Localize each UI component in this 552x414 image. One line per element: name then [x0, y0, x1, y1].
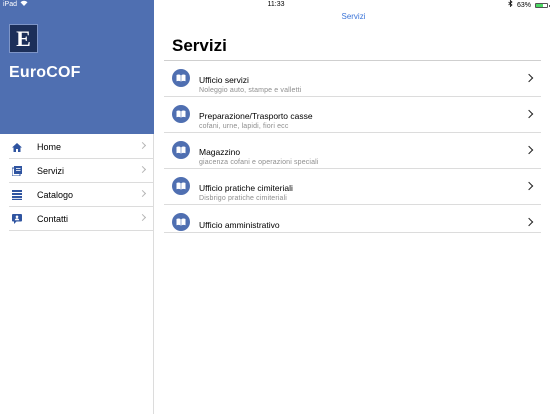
- logo: E: [9, 24, 38, 53]
- sidebar-item-home[interactable]: Home: [0, 135, 154, 159]
- page-title: Servizi: [172, 36, 227, 55]
- status-bar: iPad 11:33 63%: [0, 0, 552, 10]
- service-row-amministrativo[interactable]: Ufficio amministrativo: [164, 205, 541, 233]
- service-row-ufficio-servizi[interactable]: Ufficio servizi Noleggio auto, stampe e …: [164, 61, 541, 97]
- sidebar: E EuroCOF Home Servizi Catalogo Contatti: [0, 0, 154, 414]
- chevron-right-icon: [138, 213, 147, 222]
- brand-name: EuroCOF: [9, 64, 81, 81]
- service-subtitle: cofani, urne, lapidi, fiori ecc: [199, 123, 289, 130]
- bluetooth-icon: [508, 0, 513, 11]
- battery-percent: 63%: [516, 1, 531, 9]
- chevron-right-icon: [524, 145, 534, 155]
- book-icon: [172, 213, 190, 231]
- contacts-icon: [12, 214, 22, 224]
- service-subtitle: giacenza cofani e operazioni speciali: [199, 159, 319, 166]
- sidebar-item-catalogo[interactable]: Catalogo: [0, 183, 154, 207]
- service-title: Ufficio pratiche cimiteriali: [199, 183, 293, 193]
- chevron-right-icon: [138, 141, 147, 150]
- services-icon: [12, 166, 22, 176]
- sidebar-item-label: Catalogo: [37, 190, 74, 200]
- sidebar-item-servizi[interactable]: Servizi: [0, 159, 154, 183]
- sidebar-nav: Home Servizi Catalogo Contatti: [0, 135, 154, 231]
- service-subtitle: Disbrigo pratiche cimiteriali: [199, 195, 287, 202]
- chevron-right-icon: [524, 109, 534, 119]
- book-icon: [172, 69, 190, 87]
- status-time: 11:33: [267, 1, 285, 8]
- service-title: Preparazione/Trasporto casse: [199, 111, 313, 121]
- service-row-pratiche-cimiteriali[interactable]: Ufficio pratiche cimiteriali Disbrigo pr…: [164, 169, 541, 205]
- sidebar-item-contatti[interactable]: Contatti: [0, 207, 154, 231]
- service-subtitle: Noleggio auto, stampe e valletti: [199, 87, 302, 94]
- navbar-title: Servizi: [341, 12, 366, 21]
- book-icon: [172, 141, 190, 159]
- sidebar-item-label: Servizi: [37, 166, 65, 176]
- chevron-right-icon: [524, 217, 534, 227]
- chevron-right-icon: [138, 165, 147, 174]
- service-title: Ufficio amministrativo: [199, 220, 280, 230]
- service-title: Ufficio servizi: [199, 75, 249, 85]
- book-icon: [172, 105, 190, 123]
- book-icon: [172, 177, 190, 195]
- chevron-right-icon: [524, 181, 534, 191]
- services-list: Ufficio servizi Noleggio auto, stampe e …: [164, 61, 541, 233]
- chevron-right-icon: [524, 73, 534, 83]
- main-content: Servizi Servizi Ufficio servizi Noleggio…: [155, 0, 552, 414]
- catalog-icon: [12, 190, 22, 200]
- service-title: Magazzino: [199, 147, 241, 157]
- battery-fill: [536, 4, 543, 7]
- status-right: 63%: [508, 0, 550, 11]
- sidebar-item-label: Contatti: [37, 214, 69, 224]
- home-icon: [12, 142, 22, 152]
- sidebar-item-label: Home: [37, 142, 62, 152]
- chevron-right-icon: [138, 189, 147, 198]
- battery-icon: [535, 3, 550, 8]
- service-row-preparazione-trasporto[interactable]: Preparazione/Trasporto casse cofani, urn…: [164, 97, 541, 133]
- sidebar-header: E EuroCOF: [0, 0, 154, 134]
- service-row-magazzino[interactable]: Magazzino giacenza cofani e operazioni s…: [164, 133, 541, 169]
